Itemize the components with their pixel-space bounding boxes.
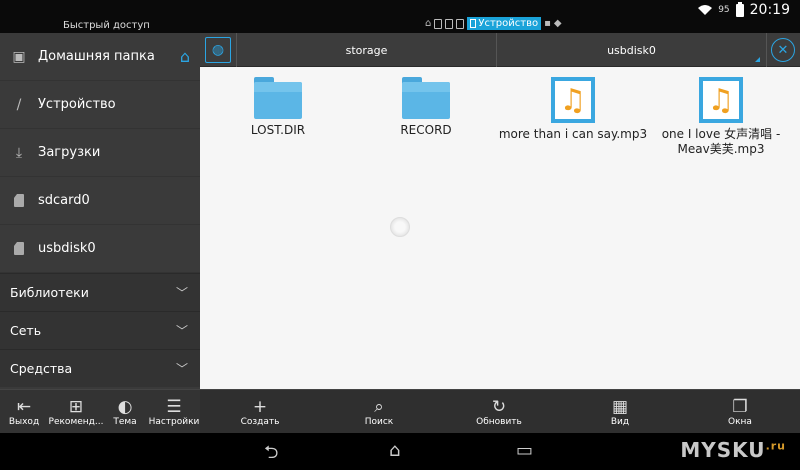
gift-icon: ⊞ <box>68 397 84 417</box>
exit-button[interactable]: ⇤ Выход <box>6 390 42 434</box>
tab-device[interactable]: Устройство <box>467 17 542 30</box>
sidebar-item-label: usbdisk0 <box>38 241 96 256</box>
tab-mini-icon[interactable] <box>434 18 443 29</box>
settings-icon: ☰ <box>166 397 182 417</box>
tab-mini-icon[interactable] <box>456 18 465 29</box>
network-globe-icon[interactable]: ◍ <box>205 37 231 63</box>
search-button[interactable]: ⌕ Поиск <box>354 390 404 434</box>
folder-icon <box>254 77 302 119</box>
file-item[interactable]: LOST.DIR <box>203 67 353 138</box>
battery-icon <box>735 1 744 17</box>
section-network[interactable]: Сеть ﹀ <box>0 311 200 349</box>
back-icon[interactable]: ⮌ <box>264 440 278 470</box>
sidebar-item-usbdisk0[interactable]: usbdisk0 <box>0 225 200 273</box>
path-segment-storage[interactable]: storage <box>236 33 496 67</box>
palette-icon: ◐ <box>117 397 133 417</box>
sdcard-icon <box>10 192 28 210</box>
chevron-down-icon: ﹀ <box>175 362 188 376</box>
file-item[interactable]: ♫ more than i can say.mp3 <box>498 67 648 142</box>
file-item[interactable]: ♫ one I love 女声清唱 - Meav美芙.mp3 <box>646 67 796 157</box>
file-name: LOST.DIR <box>250 123 306 137</box>
dropdown-triangle-icon <box>755 57 760 62</box>
sdcard-icon <box>10 240 28 258</box>
watermark-logo: MYSKU.ru <box>680 438 786 462</box>
close-icon[interactable]: ✕ <box>771 38 795 62</box>
home-folder-icon: ▣ <box>12 48 26 65</box>
create-button[interactable]: + Создать <box>234 390 286 434</box>
recent-apps-icon[interactable]: ▭ <box>516 440 533 461</box>
view-button[interactable]: ▦ Вид <box>600 390 640 434</box>
home-small-icon[interactable]: ⌂ <box>425 18 431 29</box>
sidebar: ▣ Домашняя папка ⌂ / Устройство ⤓ Загруз… <box>0 33 200 389</box>
section-label: Библиотеки <box>10 285 89 300</box>
battery-percent: 95 <box>718 5 730 15</box>
section-tools[interactable]: Средства ﹀ <box>0 349 200 387</box>
windows-icon: ❐ <box>732 397 748 417</box>
window-tabs: ⌂ Устройство ▪ ◆ <box>425 17 562 30</box>
sidebar-item-sdcard0[interactable]: sdcard0 <box>0 177 200 225</box>
search-icon: ⌕ <box>374 397 384 417</box>
device-icon: / <box>16 96 22 113</box>
sidebar-item-home[interactable]: ▣ Домашняя папка ⌂ <box>0 33 200 81</box>
home-icon[interactable]: ⌂ <box>180 47 190 66</box>
chevron-down-icon: ﹀ <box>175 286 188 300</box>
music-file-icon: ♫ <box>699 77 743 123</box>
storage-icon[interactable]: ▪ <box>544 18 551 29</box>
bottom-toolbar: ⇤ Выход ⊞ Рекоменд... ◐ Тема ☰ Настройки… <box>0 389 800 434</box>
section-label: Сеть <box>10 323 42 338</box>
sidebar-item-label: sdcard0 <box>38 193 90 208</box>
clock: 20:19 <box>749 2 790 18</box>
file-name: one I love 女声清唱 - Meav美芙.mp3 <box>661 127 781 156</box>
recommend-button[interactable]: ⊞ Рекоменд... <box>49 390 104 434</box>
exit-icon: ⇤ <box>16 397 32 417</box>
wifi-icon <box>698 5 713 15</box>
path-segment-usbdisk0[interactable]: usbdisk0 <box>496 33 766 67</box>
file-name: RECORD <box>400 123 452 137</box>
refresh-icon: ↻ <box>491 397 507 417</box>
download-icon: ⤓ <box>15 144 23 161</box>
sidebar-item-label: Домашняя папка <box>38 49 155 64</box>
refresh-button[interactable]: ↻ Обновить <box>470 390 528 434</box>
sidebar-item-downloads[interactable]: ⤓ Загрузки <box>0 129 200 177</box>
home-nav-icon[interactable]: ⌂ <box>389 440 400 461</box>
sidebar-item-label: Устройство <box>38 97 116 112</box>
plus-icon: + <box>252 397 268 417</box>
section-libraries[interactable]: Библиотеки ﹀ <box>0 273 200 311</box>
sidebar-item-device[interactable]: / Устройство <box>0 81 200 129</box>
theme-button[interactable]: ◐ Тема <box>108 390 142 434</box>
quick-access-label[interactable]: Быстрый доступ <box>63 20 150 31</box>
tab-mini-icon[interactable] <box>445 18 454 29</box>
grid-icon: ▦ <box>611 397 629 417</box>
usb-icon[interactable]: ◆ <box>554 18 562 29</box>
status-bar: Быстрый доступ ⌂ Устройство ▪ ◆ 95 20:19 <box>0 0 800 33</box>
folder-icon <box>402 77 450 119</box>
file-name: more than i can say.mp3 <box>498 127 648 141</box>
file-item[interactable]: RECORD <box>351 67 501 138</box>
chevron-down-icon: ﹀ <box>175 324 188 338</box>
section-label: Средства <box>10 361 73 376</box>
music-file-icon: ♫ <box>551 77 595 123</box>
windows-button[interactable]: ❐ Окна <box>718 390 762 434</box>
settings-button[interactable]: ☰ Настройки <box>148 390 200 434</box>
sidebar-item-label: Загрузки <box>38 145 101 160</box>
loading-spinner <box>390 217 410 237</box>
path-bar: ◍ storage usbdisk0 ✕ <box>200 33 800 67</box>
file-grid: LOST.DIR RECORD ♫ more than i can say.mp… <box>200 67 800 389</box>
